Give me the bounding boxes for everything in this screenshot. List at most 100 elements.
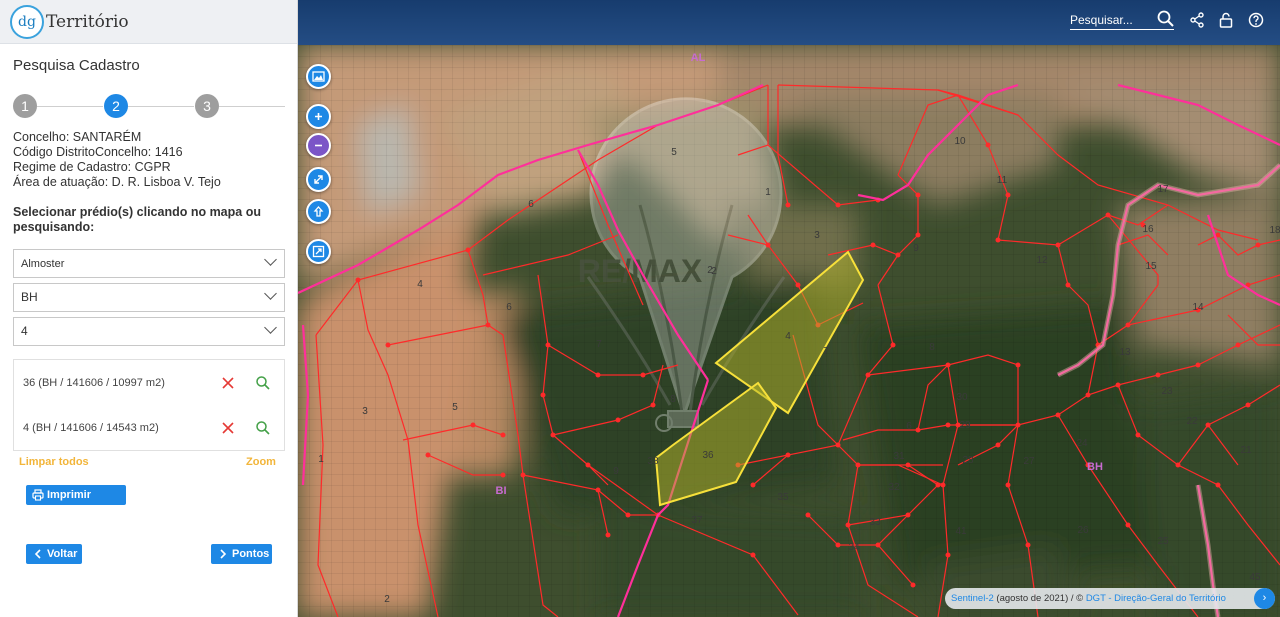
chevron-right-icon[interactable]: › — [1254, 588, 1275, 609]
zoom-out-button[interactable] — [306, 133, 331, 158]
app-title[interactable]: Território — [46, 12, 129, 32]
parcel-number-label: 29 — [959, 420, 971, 431]
parcel-number-label: 17 — [1157, 184, 1169, 195]
remove-icon[interactable] — [221, 376, 235, 390]
parcel-number-label: 24 — [1076, 438, 1088, 449]
step-1[interactable]: 1 — [13, 94, 37, 118]
list-item: 36 (BH / 141606 / 10997 m2) — [14, 368, 284, 398]
attribution-provider-link[interactable]: DGT - Direção-Geral do Território — [1086, 593, 1226, 604]
parcel-number-label: 28 — [962, 455, 974, 466]
freguesia-value: Almoster — [21, 258, 65, 270]
parcel-number-label: 38 — [647, 456, 659, 467]
parcel-number-label: 31 — [893, 451, 905, 462]
parcel-label: 4 (BH / 141606 / 14543 m2) — [23, 422, 159, 434]
chevron-right-icon — [220, 549, 227, 559]
step-connector — [37, 106, 103, 107]
parcel-number-label: 27 — [1023, 456, 1035, 467]
parcel-number-label: 34 — [848, 542, 860, 553]
select-instructions: Selecionar prédio(s) clicando no mapa ou… — [13, 205, 261, 234]
parcel-number-label: 9 — [613, 466, 619, 477]
step-3[interactable]: 3 — [195, 94, 219, 118]
parcel-number-label: 32 — [888, 482, 900, 493]
parcel-number-label: 23 — [1161, 386, 1173, 397]
parcel-number-label: 5 — [452, 402, 458, 413]
parcel-number-label: 45 — [1249, 572, 1261, 583]
zoom-to-icon[interactable] — [255, 375, 271, 391]
lock-icon[interactable] — [1218, 12, 1234, 28]
parcel-number-label: 3 — [814, 230, 820, 241]
parcel-number-label: 41 — [955, 526, 967, 537]
locate-icon — [313, 206, 324, 217]
back-label: Voltar — [47, 548, 78, 560]
parcel-number-label: 26 — [1077, 525, 1089, 536]
image-layer-icon — [312, 71, 325, 82]
parcel-number-label: 9 — [913, 243, 919, 254]
zoom-in-button[interactable] — [306, 104, 331, 129]
locate-button[interactable] — [306, 199, 331, 224]
fullscreen-button[interactable] — [306, 167, 331, 192]
chevron-left-icon — [34, 549, 41, 559]
freguesia-select[interactable]: Almoster — [13, 249, 285, 278]
parcel-number-label: 37 — [691, 515, 703, 526]
top-toolbar — [298, 0, 1280, 45]
parcel-number-label: 30 — [956, 392, 968, 403]
parcel-number-label: 7 — [596, 339, 602, 350]
search-panel: dg Território Pesquisa Cadastro 1 2 3 Co… — [0, 0, 298, 617]
parcel-number-label: 1 — [318, 454, 324, 465]
parcel-number-label: 22 — [1186, 416, 1198, 427]
section-label-al: AL — [691, 52, 706, 64]
parcel-label: 36 (BH / 141606 / 10997 m2) — [23, 377, 165, 389]
attribution-date: (agosto de 2021) / © — [996, 593, 1084, 604]
map-view[interactable]: RE/MAX — [298, 0, 1280, 617]
seccao-select[interactable]: BH — [13, 283, 285, 312]
export-icon — [312, 245, 325, 258]
cadastre-info: Concelho: SANTARÉM Código DistritoConcel… — [13, 130, 221, 190]
step-2[interactable]: 2 — [104, 94, 128, 118]
clear-all-link[interactable]: Limpar todos — [19, 456, 89, 468]
parcel-number-label: 6 — [506, 302, 512, 313]
parcel-number-label: 2 — [707, 265, 713, 276]
search-box[interactable] — [1070, 10, 1174, 30]
section-label-bh: BH — [1087, 461, 1103, 473]
parcel-number-label: 25 — [1157, 536, 1169, 547]
artigo-select[interactable]: 4 — [13, 317, 285, 346]
back-button[interactable]: Voltar — [26, 544, 82, 564]
parcel-number-label: 1 — [765, 187, 771, 198]
export-button[interactable] — [306, 239, 331, 264]
parcel-number-label: 36 — [702, 450, 714, 461]
image-layer-button[interactable] — [306, 64, 331, 89]
parcel-number-label: 21 — [1240, 445, 1252, 456]
fullscreen-icon — [314, 175, 323, 184]
dg-logo-icon[interactable]: dg — [10, 4, 44, 39]
parcel-number-label: 8 — [670, 394, 676, 405]
concelho-text: Concelho: SANTARÉM — [13, 130, 142, 144]
regime-text: Regime de Cadastro: CGPR — [13, 160, 171, 174]
section-label-bi: BI — [496, 485, 507, 497]
zoom-link[interactable]: Zoom — [246, 456, 276, 468]
print-label: Imprimir planta — [47, 489, 92, 521]
parcel-number-label: 7 — [823, 346, 829, 357]
parcel-number-label: 13 — [1119, 347, 1131, 358]
share-icon[interactable] — [1189, 12, 1205, 28]
print-button[interactable]: Imprimir planta — [26, 485, 126, 521]
zoom-out-icon — [315, 144, 322, 147]
zoom-to-icon[interactable] — [255, 420, 271, 436]
parcel-number-label: 18 — [1269, 225, 1280, 236]
remove-icon[interactable] — [221, 421, 235, 435]
parcel-number-label: 35 — [777, 492, 789, 503]
satellite-map[interactable]: RE/MAX 564123768910111217161518141323222… — [298, 45, 1280, 617]
search-icon[interactable] — [1157, 10, 1174, 27]
zoom-in-icon — [315, 113, 322, 120]
parcel-number-label: 4 — [785, 331, 791, 342]
selected-parcels-list: 36 (BH / 141606 / 10997 m2) 4 (BH / 1416… — [13, 359, 285, 451]
seccao-value: BH — [21, 290, 38, 304]
parcel-number-label: 3 — [362, 406, 368, 417]
next-button[interactable]: Pontos — [211, 544, 272, 564]
parcel-number-label: 6 — [528, 199, 534, 210]
parcel-number-label: 11 — [997, 175, 1008, 186]
search-input[interactable] — [1070, 10, 1154, 29]
chevron-down-icon — [264, 321, 277, 334]
attribution-source-link[interactable]: Sentinel-2 — [951, 593, 994, 604]
parcel-number-label: 2 — [384, 594, 390, 605]
help-icon[interactable] — [1248, 12, 1264, 28]
